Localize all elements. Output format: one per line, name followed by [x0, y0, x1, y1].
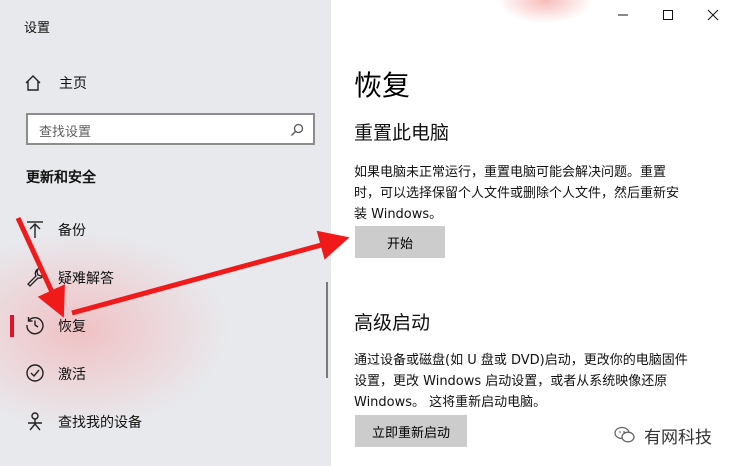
- minimize-icon: [617, 6, 629, 25]
- history-icon: [25, 315, 45, 335]
- sidebar-item-backup[interactable]: 备份: [0, 209, 331, 249]
- home-icon: [24, 74, 44, 92]
- sidebar-item-home-label: 主页: [59, 76, 87, 92]
- sidebar-item-label: 恢复: [58, 319, 86, 335]
- sidebar-item-home[interactable]: 主页: [24, 72, 87, 94]
- search-input[interactable]: 查找设置: [26, 113, 315, 145]
- restart-now-button[interactable]: 立即重新启动: [355, 415, 467, 447]
- app-title: 设置: [24, 21, 51, 36]
- wechat-icon: [614, 425, 636, 445]
- check-circle-icon: [25, 363, 45, 383]
- advanced-startup-description: 通过设备或磁盘(如 U 盘或 DVD)启动，更改你的电脑固件 设置，更改 Win…: [354, 350, 714, 413]
- search-icon: [290, 122, 304, 141]
- person-locate-icon: [25, 411, 45, 431]
- reset-desc-line: 如果电脑未正常运行，重置电脑可能会解决问题。重置: [354, 165, 667, 180]
- wrench-icon: [25, 267, 45, 287]
- watermark-text: 有网科技: [644, 427, 712, 448]
- page-title: 恢复: [354, 69, 411, 102]
- backup-icon: [25, 219, 45, 239]
- sidebar-item-recovery[interactable]: 恢复: [0, 305, 331, 345]
- sidebar-item-label: 查找我的设备: [58, 415, 142, 431]
- sidebar-item-label: 激活: [58, 367, 86, 383]
- close-button[interactable]: [690, 0, 736, 30]
- watermark: 有网科技: [614, 423, 712, 448]
- reset-desc-line: 时，可以选择保留个人文件或删除个人文件，然后重新安: [354, 186, 680, 201]
- search-placeholder: 查找设置: [39, 125, 92, 140]
- settings-sidebar: 设置 主页 查找设置 更新和安全 备份 疑难解答 恢复 激活 查找我的设备: [0, 0, 331, 466]
- section-title: 更新和安全: [26, 170, 96, 186]
- sidebar-item-troubleshoot[interactable]: 疑难解答: [0, 257, 331, 297]
- sidebar-item-label: 备份: [58, 223, 86, 239]
- advanced-desc-line: Windows。 这将重新启动电脑。: [354, 395, 547, 410]
- advanced-desc-line: 设置，更改 Windows 启动设置，或者从系统映像还原: [354, 374, 668, 389]
- maximize-icon: [662, 6, 674, 25]
- close-icon: [707, 6, 719, 25]
- reset-pc-heading: 重置此电脑: [354, 122, 450, 144]
- advanced-startup-heading: 高级启动: [354, 312, 431, 334]
- reset-desc-line: 装 Windows。: [354, 207, 443, 222]
- advanced-desc-line: 通过设备或磁盘(如 U 盘或 DVD)启动，更改你的电脑固件: [354, 353, 688, 368]
- sidebar-item-label: 疑难解答: [58, 271, 114, 287]
- minimize-button[interactable]: [600, 0, 646, 30]
- sidebar-scrollbar[interactable]: [326, 282, 328, 378]
- reset-pc-description: 如果电脑未正常运行，重置电脑可能会解决问题。重置 时，可以选择保留个人文件或删除…: [354, 162, 714, 225]
- top-glow: [500, 0, 590, 22]
- sidebar-item-find-my-device[interactable]: 查找我的设备: [0, 401, 331, 441]
- maximize-button[interactable]: [645, 0, 691, 30]
- get-started-button[interactable]: 开始: [355, 226, 445, 258]
- selection-indicator: [10, 315, 14, 337]
- sidebar-item-activation[interactable]: 激活: [0, 353, 331, 393]
